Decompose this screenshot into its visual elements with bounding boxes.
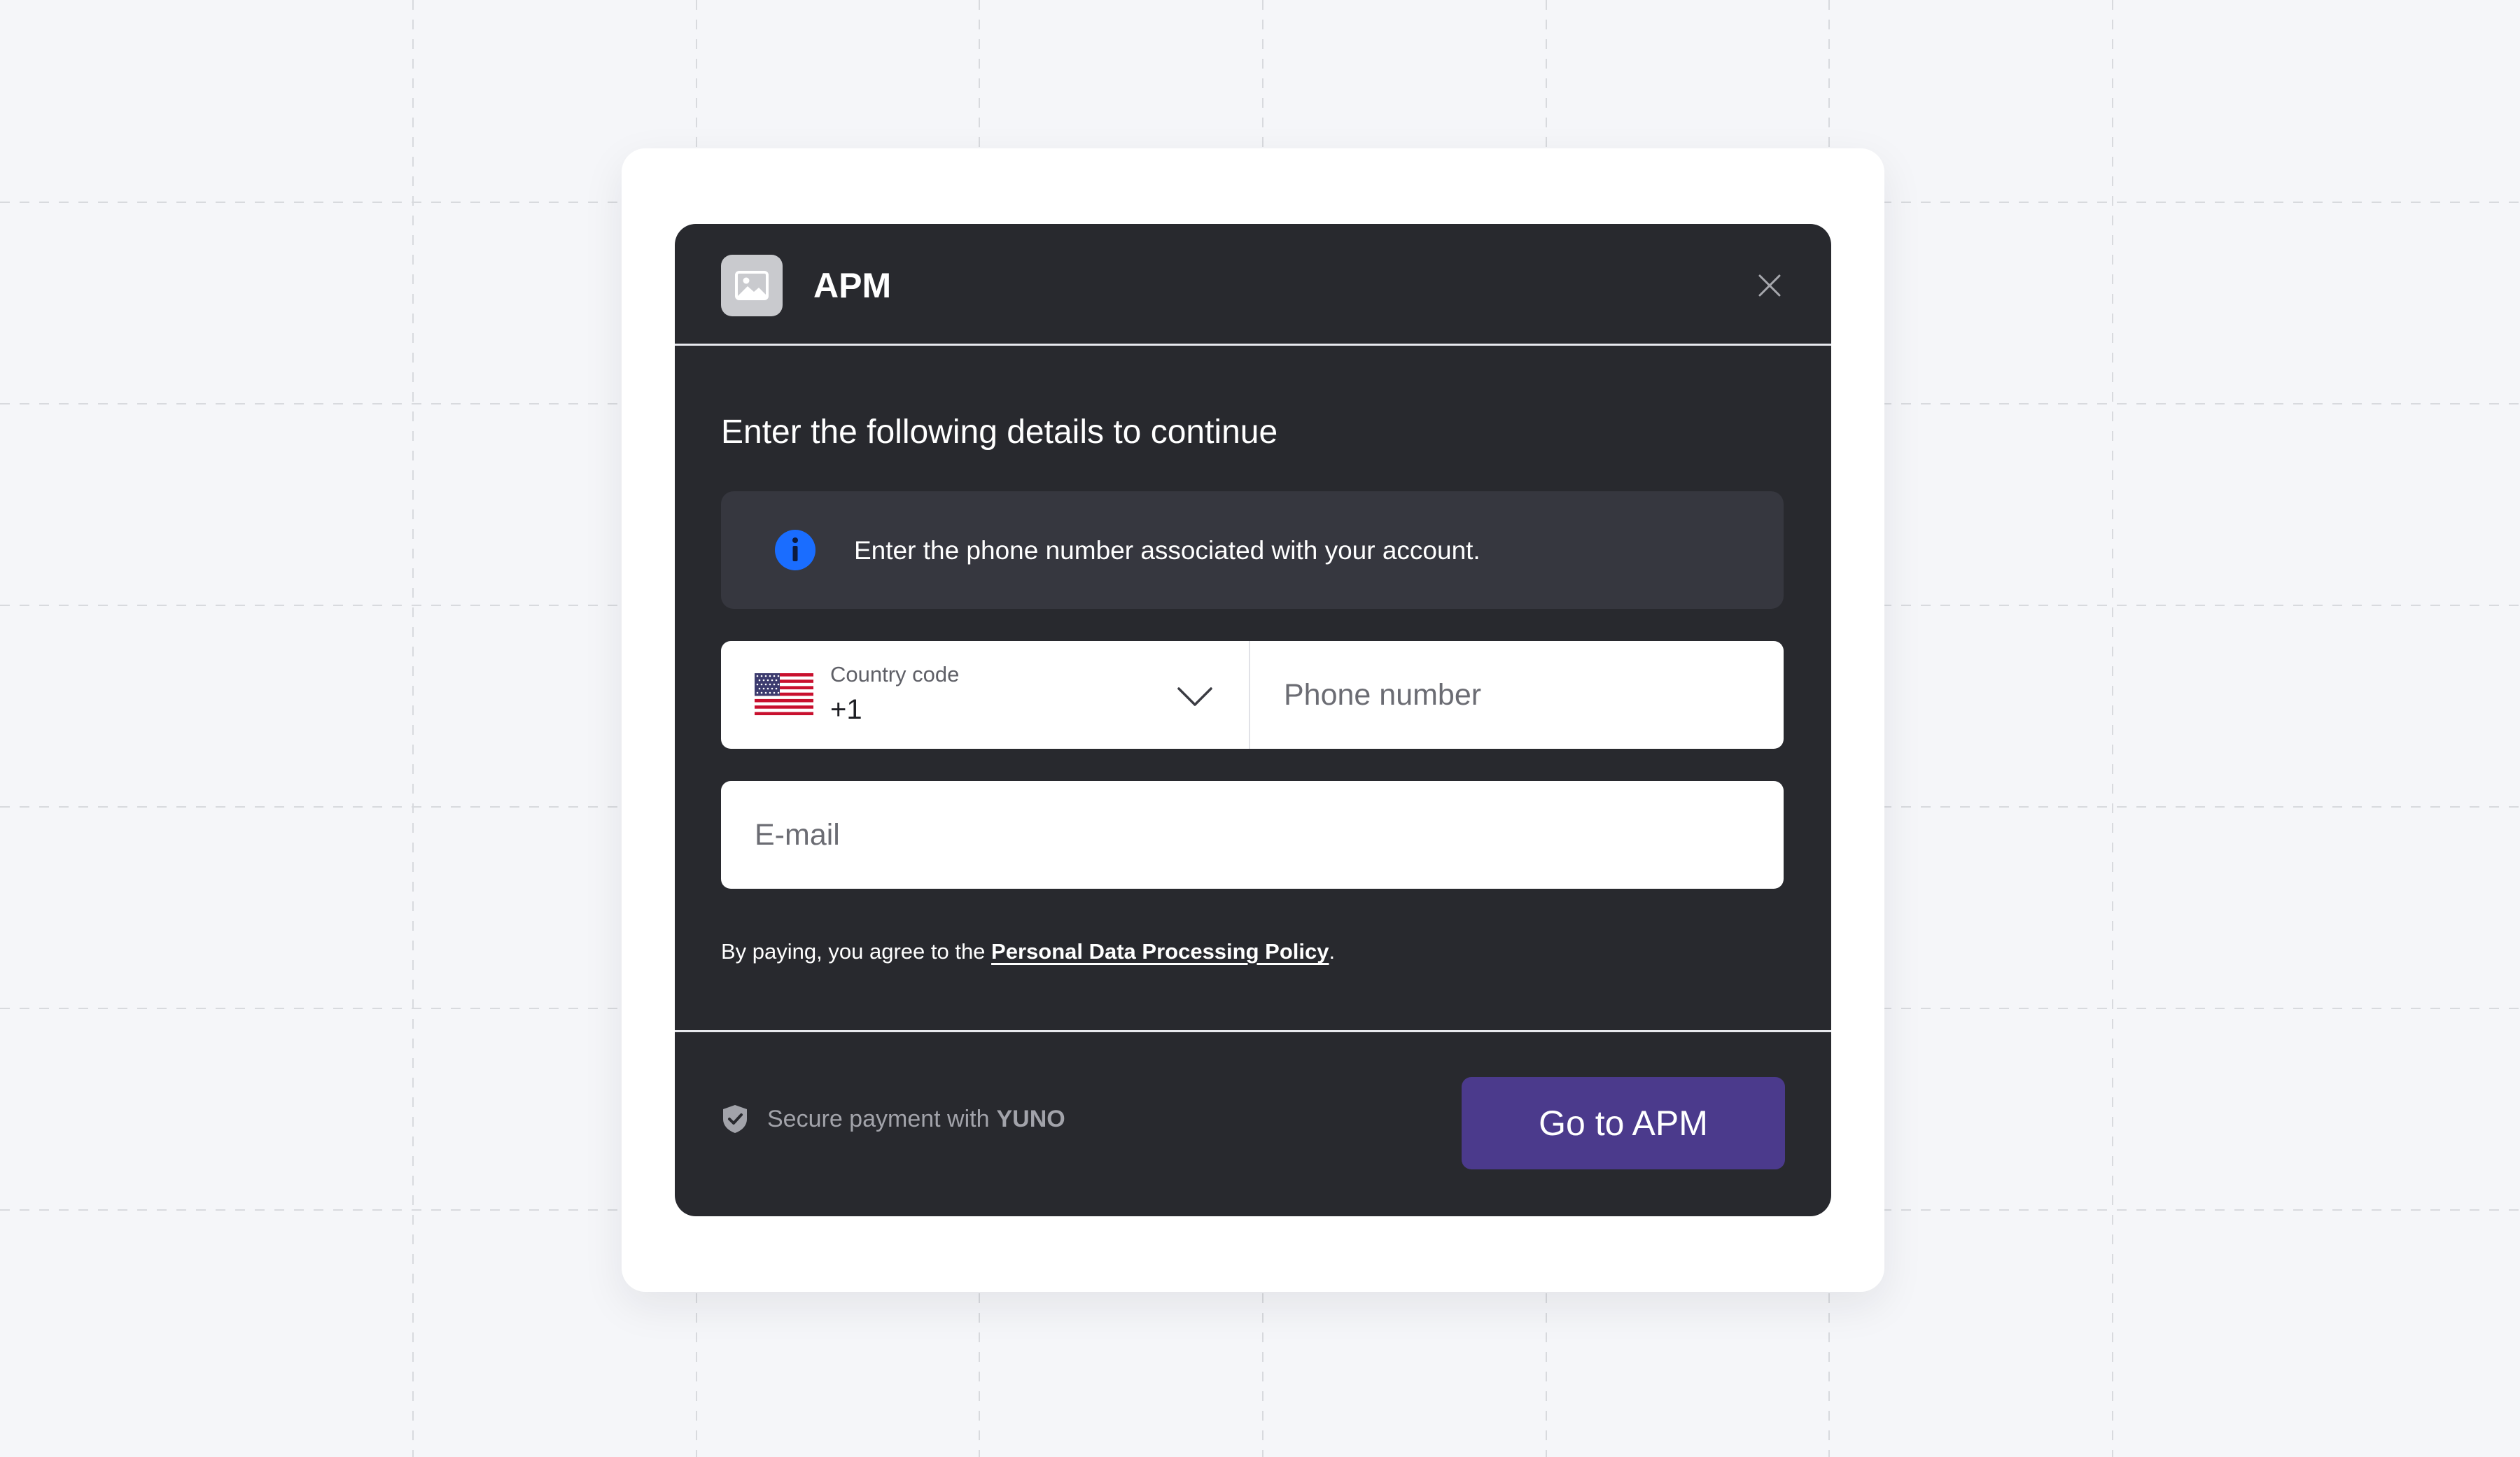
- image-placeholder-icon: [721, 255, 783, 316]
- email-input[interactable]: [721, 781, 1784, 889]
- info-banner: Enter the phone number associated with y…: [721, 491, 1784, 609]
- shield-check-icon: [723, 1105, 747, 1133]
- info-icon: [775, 530, 816, 570]
- country-code-value: +1: [830, 694, 862, 725]
- secure-payment-note: Secure payment with YUNO: [721, 1104, 1065, 1134]
- phone-field-group: Country code +1: [721, 641, 1784, 749]
- country-code-label: Country code: [830, 662, 960, 687]
- country-code-select[interactable]: Country code +1: [721, 641, 1250, 749]
- brand-name: YUNO: [996, 1106, 1065, 1132]
- policy-link[interactable]: Personal Data Processing Policy: [991, 939, 1329, 964]
- grid-line: [2112, 0, 2113, 1457]
- go-to-apm-button[interactable]: Go to APM: [1462, 1077, 1785, 1169]
- form-heading: Enter the following details to continue: [721, 414, 1278, 451]
- app-title: APM: [813, 266, 892, 305]
- phone-number-input[interactable]: [1252, 641, 1784, 749]
- close-icon[interactable]: [1749, 265, 1791, 307]
- policy-notice: By paying, you agree to the Personal Dat…: [721, 938, 1335, 966]
- info-message: Enter the phone number associated with y…: [854, 536, 1480, 565]
- payment-modal: APM Enter the following details to conti…: [675, 224, 1831, 1216]
- us-flag-icon: [755, 673, 813, 715]
- policy-prefix: By paying, you agree to the: [721, 939, 992, 964]
- modal-header: APM: [675, 224, 1831, 346]
- secure-text: Secure payment with: [767, 1106, 990, 1132]
- grid-line: [412, 0, 414, 1457]
- modal-footer: Secure payment with YUNO Go to APM: [675, 1030, 1831, 1216]
- policy-suffix: .: [1329, 939, 1336, 964]
- chevron-down-icon: [1177, 687, 1212, 706]
